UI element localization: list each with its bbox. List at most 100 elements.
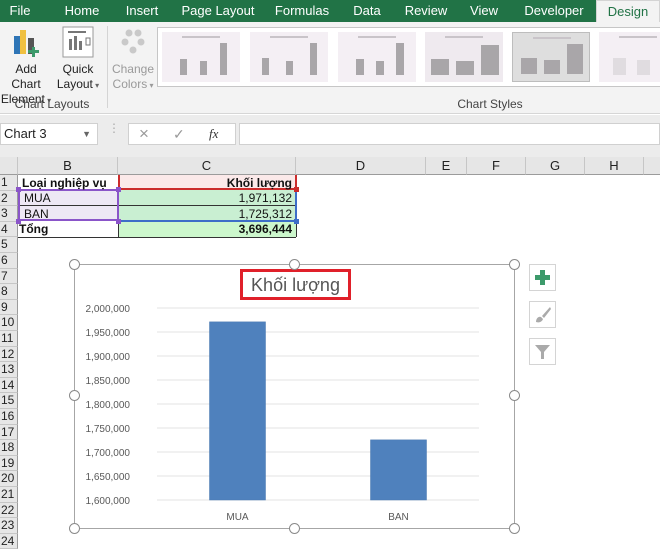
resize-handle-right[interactable] <box>509 390 520 401</box>
add-chart-element-button[interactable]: Add Chart Element ▾ <box>0 26 52 108</box>
column-header-f[interactable]: F <box>467 157 526 175</box>
x-tick-label: MUA <box>226 512 249 523</box>
chart-elements-button[interactable] <box>529 264 556 291</box>
row-header-11[interactable]: 11 <box>0 331 18 347</box>
resize-handle-bottom-right[interactable] <box>509 523 520 534</box>
row-border <box>18 237 296 238</box>
chart-area[interactable]: 2,000,000 1,950,000 1,900,000 1,850,000 1,80… <box>74 264 515 529</box>
tab-insert[interactable]: Insert <box>118 0 166 22</box>
chart-filters-button[interactable] <box>529 338 556 365</box>
chart-style-5[interactable] <box>512 32 590 82</box>
cell-b1[interactable]: Loại nghiệp vụ <box>22 175 107 191</box>
y-tick-label: 1,800,000 <box>86 400 131 411</box>
column-header-d[interactable]: D <box>296 157 426 175</box>
row-header-21[interactable]: 21 <box>0 487 18 503</box>
chart-style-1[interactable] <box>162 32 240 82</box>
chart-styles-button[interactable] <box>529 301 556 328</box>
enter-icon[interactable]: ✓ <box>173 124 185 144</box>
chart-style-2[interactable] <box>250 32 328 82</box>
change-colors-button[interactable]: Change Colors ▾ <box>110 26 156 93</box>
column-header-c[interactable]: C <box>118 157 296 175</box>
row-header-8[interactable]: 8 <box>0 284 18 300</box>
tab-developer[interactable]: Developer <box>516 0 592 22</box>
row-header-14[interactable]: 14 <box>0 377 18 394</box>
chart-title[interactable]: Khối lượng <box>240 271 351 299</box>
tab-design[interactable]: Design <box>596 0 660 22</box>
name-box[interactable]: Chart 3 ▼ <box>0 123 98 145</box>
formula-input[interactable] <box>239 123 660 145</box>
chart-style-4[interactable] <box>425 32 503 82</box>
name-box-dropdown-icon[interactable]: ▼ <box>82 124 91 144</box>
quick-layout-label-2: Layout <box>56 77 93 91</box>
thumb-bar <box>431 59 449 75</box>
row-header-2[interactable]: 2 <box>0 190 18 207</box>
resize-handle-top-right[interactable] <box>509 259 520 270</box>
tab-data[interactable]: Data <box>346 0 388 22</box>
range-handle[interactable] <box>16 187 21 192</box>
brush-icon <box>536 307 551 323</box>
column-header-e[interactable]: E <box>426 157 467 175</box>
thumb-bar <box>262 58 269 75</box>
resize-handle-left[interactable] <box>69 390 80 401</box>
row-header-5[interactable]: 5 <box>0 237 18 253</box>
tab-review[interactable]: Review <box>400 0 452 22</box>
column-header-b[interactable]: B <box>18 157 118 175</box>
tab-view[interactable]: View <box>462 0 506 22</box>
thumb-bar <box>481 45 499 75</box>
row-header-19[interactable]: 19 <box>0 455 18 472</box>
insert-function-icon[interactable]: fx <box>209 124 218 144</box>
row-header-22[interactable]: 22 <box>0 502 18 519</box>
resize-handle-top-left[interactable] <box>69 259 80 270</box>
chart-style-3[interactable] <box>338 32 416 82</box>
cancel-icon[interactable]: × <box>139 124 149 144</box>
cell-b2[interactable]: MUA <box>24 190 51 206</box>
row-header-23[interactable]: 23 <box>0 518 18 534</box>
row-header-16[interactable]: 16 <box>0 409 18 425</box>
row-header-17[interactable]: 17 <box>0 424 18 441</box>
add-chart-element-icon <box>14 30 39 57</box>
range-handle[interactable] <box>116 219 121 224</box>
resize-handle-bottom-left[interactable] <box>69 523 80 534</box>
resize-handle-top[interactable] <box>289 259 300 270</box>
cell-b4[interactable]: Tổng <box>19 221 48 237</box>
column-header-i[interactable] <box>644 157 660 175</box>
thumb-bar <box>396 43 404 75</box>
tab-home[interactable]: Home <box>54 0 110 22</box>
row-header-18[interactable]: 18 <box>0 440 18 456</box>
quick-layout-button[interactable]: Quick Layout ▾ <box>55 26 101 93</box>
row-header-7[interactable]: 7 <box>0 268 18 285</box>
tab-file[interactable]: File <box>0 0 40 22</box>
row-header-15[interactable]: 15 <box>0 393 18 409</box>
row-header-6[interactable]: 6 <box>0 253 18 269</box>
cell-c4[interactable]: 3,696,444 <box>122 221 292 237</box>
formula-bar: Chart 3 ▼ ⋮ × ✓ fx <box>0 115 660 157</box>
row-header-24[interactable]: 24 <box>0 533 18 549</box>
thumb-bar <box>180 59 187 75</box>
range-handle[interactable] <box>116 187 121 192</box>
thumb-title <box>533 37 571 39</box>
resize-handle-bottom[interactable] <box>289 523 300 534</box>
column-header-h[interactable]: H <box>585 157 644 175</box>
tab-formulas[interactable]: Formulas <box>270 0 334 22</box>
cell-c1[interactable]: Khối lượng <box>122 175 292 191</box>
cell-b3[interactable]: BAN <box>24 206 49 222</box>
row-header-20[interactable]: 20 <box>0 471 18 487</box>
bar-mua[interactable] <box>209 321 266 501</box>
y-tick-label: 1,650,000 <box>86 472 131 483</box>
column-header-g[interactable]: G <box>526 157 585 175</box>
bar-ban[interactable] <box>370 439 427 501</box>
range-handle[interactable] <box>294 187 299 192</box>
row-header-9[interactable]: 9 <box>0 299 18 316</box>
row-header-4[interactable]: 4 <box>0 221 18 238</box>
row-header-10[interactable]: 10 <box>0 315 18 331</box>
cell-c2[interactable]: 1,971,132 <box>122 190 292 206</box>
select-all-corner[interactable] <box>0 157 18 175</box>
range-handle[interactable] <box>294 219 299 224</box>
row-header-13[interactable]: 13 <box>0 362 18 378</box>
tab-page-layout[interactable]: Page Layout <box>178 0 258 22</box>
change-colors-label-2-row: Colors ▾ <box>110 77 156 93</box>
chart-style-6[interactable] <box>599 32 660 82</box>
thumb-bar <box>637 60 650 75</box>
row-header-12[interactable]: 12 <box>0 346 18 363</box>
cell-c3[interactable]: 1,725,312 <box>122 206 292 222</box>
